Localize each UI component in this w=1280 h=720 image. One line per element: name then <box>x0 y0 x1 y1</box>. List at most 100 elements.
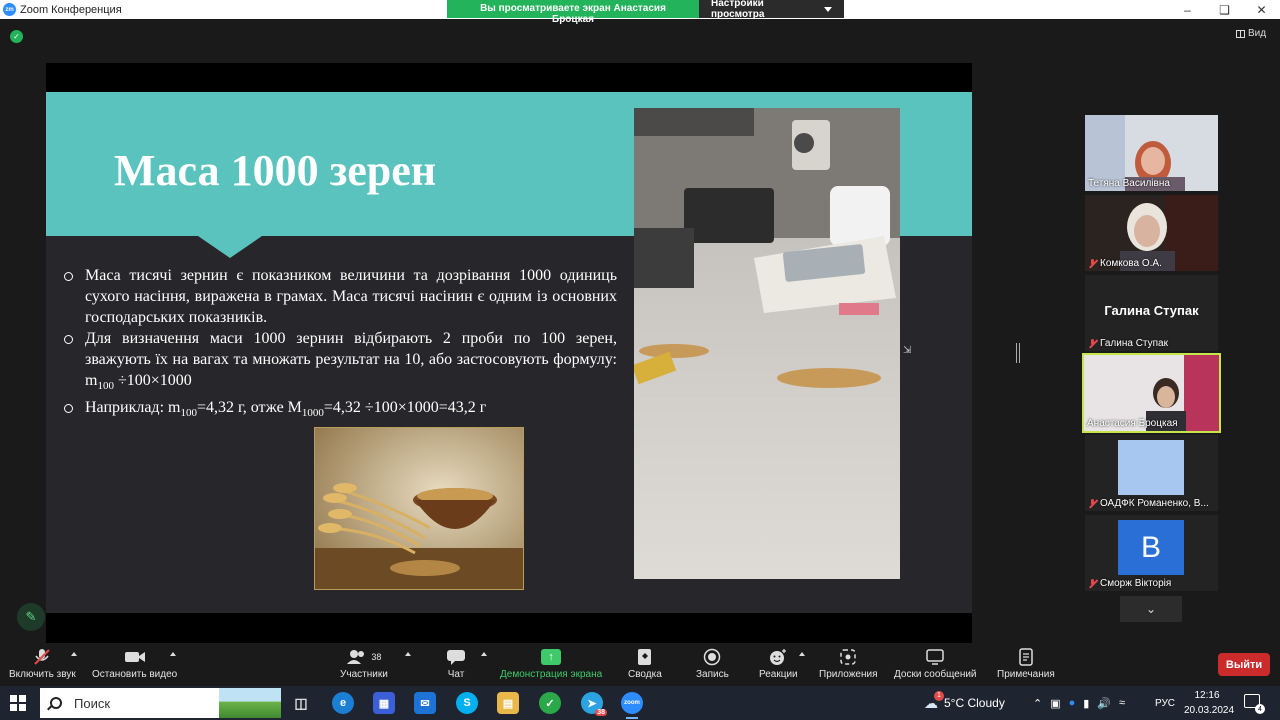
participants-scroll-down-button[interactable]: ⌄ <box>1120 596 1182 622</box>
bullet-item: Наприклад: m100=4,32 г, отже M1000=4,32 … <box>64 397 617 424</box>
muted-mic-icon <box>1088 578 1097 589</box>
wifi-icon[interactable]: ≈ <box>1119 697 1125 709</box>
chevron-down-icon <box>824 6 832 12</box>
bullet-3-part-b: =4,32 г, отже M <box>196 399 302 417</box>
participants-options-caret[interactable] <box>405 652 411 656</box>
clock[interactable]: 12:16 20.03.2024 <box>1184 688 1235 718</box>
camera-icon[interactable]: ▣ <box>1050 697 1060 710</box>
panel-resize-handle[interactable] <box>1016 343 1020 363</box>
file-explorer-icon[interactable]: ▤ <box>497 692 519 714</box>
slide-bullets: Маса тисячі зернин є показником величини… <box>64 265 617 424</box>
participant-label: Анастасия Броцкая <box>1087 418 1178 429</box>
annotate-pen-icon[interactable]: ✎ <box>17 603 45 631</box>
participants-button[interactable]: 38 Участники <box>340 645 388 680</box>
leave-meeting-button[interactable]: Выйти <box>1218 653 1270 676</box>
participant-name: ОАДФК Романенко, В... <box>1100 498 1209 509</box>
whiteboards-button[interactable]: Доски сообщений <box>894 645 977 680</box>
summary-label: Сводка <box>628 669 662 680</box>
summary-button[interactable]: Сводка <box>628 645 662 680</box>
edge-browser-icon[interactable]: e <box>332 692 354 714</box>
scales-video-frame <box>634 108 900 579</box>
zoom-tray-icon[interactable]: ● <box>1069 697 1076 709</box>
notes-icon <box>1018 645 1034 669</box>
bullet-2-subscript: 100 <box>97 380 114 393</box>
participant-label: Сморж Вікторія <box>1088 578 1171 589</box>
view-button[interactable]: Вид <box>1236 28 1266 39</box>
video-options-caret[interactable] <box>170 652 176 656</box>
share-screen-icon: ↑ <box>541 649 562 665</box>
language-indicator[interactable]: РУС <box>1155 686 1175 720</box>
summary-doc-icon <box>636 645 654 669</box>
muted-mic-icon <box>1088 498 1097 509</box>
slide-title: Маса 1000 зерен <box>114 146 437 195</box>
record-button[interactable]: Запись <box>696 645 729 680</box>
notes-label: Примечания <box>997 669 1055 680</box>
bullet-3-part-a: Наприклад: m <box>85 399 181 417</box>
skype-icon[interactable]: S <box>456 692 478 714</box>
participant-label: Комкова О.А. <box>1088 258 1162 269</box>
audio-options-caret[interactable] <box>71 652 77 656</box>
weather-widget[interactable]: ☁ 1 5°C Cloudy <box>924 686 1005 720</box>
telegram-icon[interactable]: ➤ 38 <box>581 692 607 716</box>
participant-tile[interactable]: Комкова О.А. <box>1085 195 1218 271</box>
zoom-taskbar-icon[interactable]: zoom <box>621 692 643 719</box>
window-controls: – ❑ ✕ <box>1169 0 1280 19</box>
slide-header-notch <box>198 236 262 258</box>
participant-tile[interactable]: В Сморж Вікторія <box>1085 515 1218 591</box>
participant-label: Тетяна Василівна <box>1088 178 1170 189</box>
search-icon <box>50 697 62 709</box>
participant-display-name: Галина Ступак <box>1104 303 1199 318</box>
maximize-button[interactable]: ❑ <box>1206 0 1243 19</box>
chat-options-caret[interactable] <box>481 652 487 656</box>
presentation-slide: Маса 1000 зерен Маса тисячі зернин є пок… <box>46 92 972 613</box>
reactions-options-caret[interactable] <box>799 652 805 656</box>
view-settings-button[interactable]: Настройки просмотра <box>699 0 844 20</box>
view-button-label: Вид <box>1248 28 1267 39</box>
participants-label: Участники <box>340 669 388 680</box>
chevron-down-icon: ⌄ <box>1145 602 1157 616</box>
participant-name: Анастасия Броцкая <box>1087 418 1178 429</box>
title-bar: zm Zoom Конференция Вы просматриваете эк… <box>0 0 1280 25</box>
speaker-icon[interactable]: 🔊 <box>1097 697 1111 710</box>
task-view-icon[interactable]: ◫ <box>290 692 312 714</box>
telegram-badge: 38 <box>595 709 607 716</box>
participant-label: Галина Ступак <box>1088 338 1168 349</box>
participant-avatar-initial: В <box>1118 520 1184 575</box>
apps-label: Приложения <box>819 669 878 680</box>
participants-count-badge: 38 <box>371 652 382 662</box>
muted-mic-icon <box>1088 338 1097 349</box>
windows-start-icon[interactable] <box>10 695 26 711</box>
participant-tile[interactable]: Тетяна Василівна <box>1085 115 1218 191</box>
minimize-button[interactable]: – <box>1169 0 1206 19</box>
notes-button[interactable]: Примечания <box>997 645 1055 680</box>
windows-taskbar: Поиск ◫ e ▦ ✉ S ▤ ✓ ➤ 38 zoom ☁ 1 5°C Clo… <box>0 686 1280 720</box>
apps-button[interactable]: Приложения <box>819 645 878 680</box>
video-camera-icon <box>124 645 146 669</box>
participant-tile-active-speaker[interactable]: Анастасия Броцкая <box>1082 353 1221 433</box>
microsoft-store-icon[interactable]: ▦ <box>373 692 395 714</box>
share-screen-button[interactable]: ↑ Демонстрация экрана <box>500 645 602 680</box>
mail-icon[interactable]: ✉ <box>414 692 436 714</box>
bullet-2-tail: ÷100×1000 <box>113 372 192 389</box>
green-app-icon[interactable]: ✓ <box>539 692 561 714</box>
chevron-up-icon[interactable]: ⌃ <box>1033 697 1042 710</box>
participant-name: Комкова О.А. <box>1100 258 1162 269</box>
wheat-grain-photo <box>314 427 524 590</box>
clock-date: 20.03.2024 <box>1184 705 1235 716</box>
stop-video-button[interactable]: Остановить видео <box>92 645 177 680</box>
close-button[interactable]: ✕ <box>1243 0 1280 19</box>
mouse-cursor-icon: ⇲ <box>903 345 912 356</box>
zoom-logo-icon: zm <box>3 3 16 16</box>
participant-tile[interactable]: ОАДФК Романенко, В... <box>1085 435 1218 511</box>
chat-button[interactable]: Чат <box>446 645 466 680</box>
bullet-item: Маса тисячі зернин є показником величини… <box>64 265 617 328</box>
battery-icon[interactable]: ▮ <box>1083 697 1089 710</box>
participant-label: ОАДФК Романенко, В... <box>1088 498 1209 509</box>
reactions-button[interactable]: Реакции <box>759 645 798 680</box>
participant-tile[interactable]: Галина Ступак Галина Ступак <box>1085 275 1218 351</box>
encryption-shield-icon[interactable]: ✓ <box>10 30 23 43</box>
clock-time: 12:16 <box>1194 690 1220 701</box>
unmute-button[interactable]: Включить звук <box>9 645 76 680</box>
taskbar-search-box[interactable]: Поиск <box>40 688 281 718</box>
view-settings-label: Настройки просмотра <box>711 0 765 20</box>
